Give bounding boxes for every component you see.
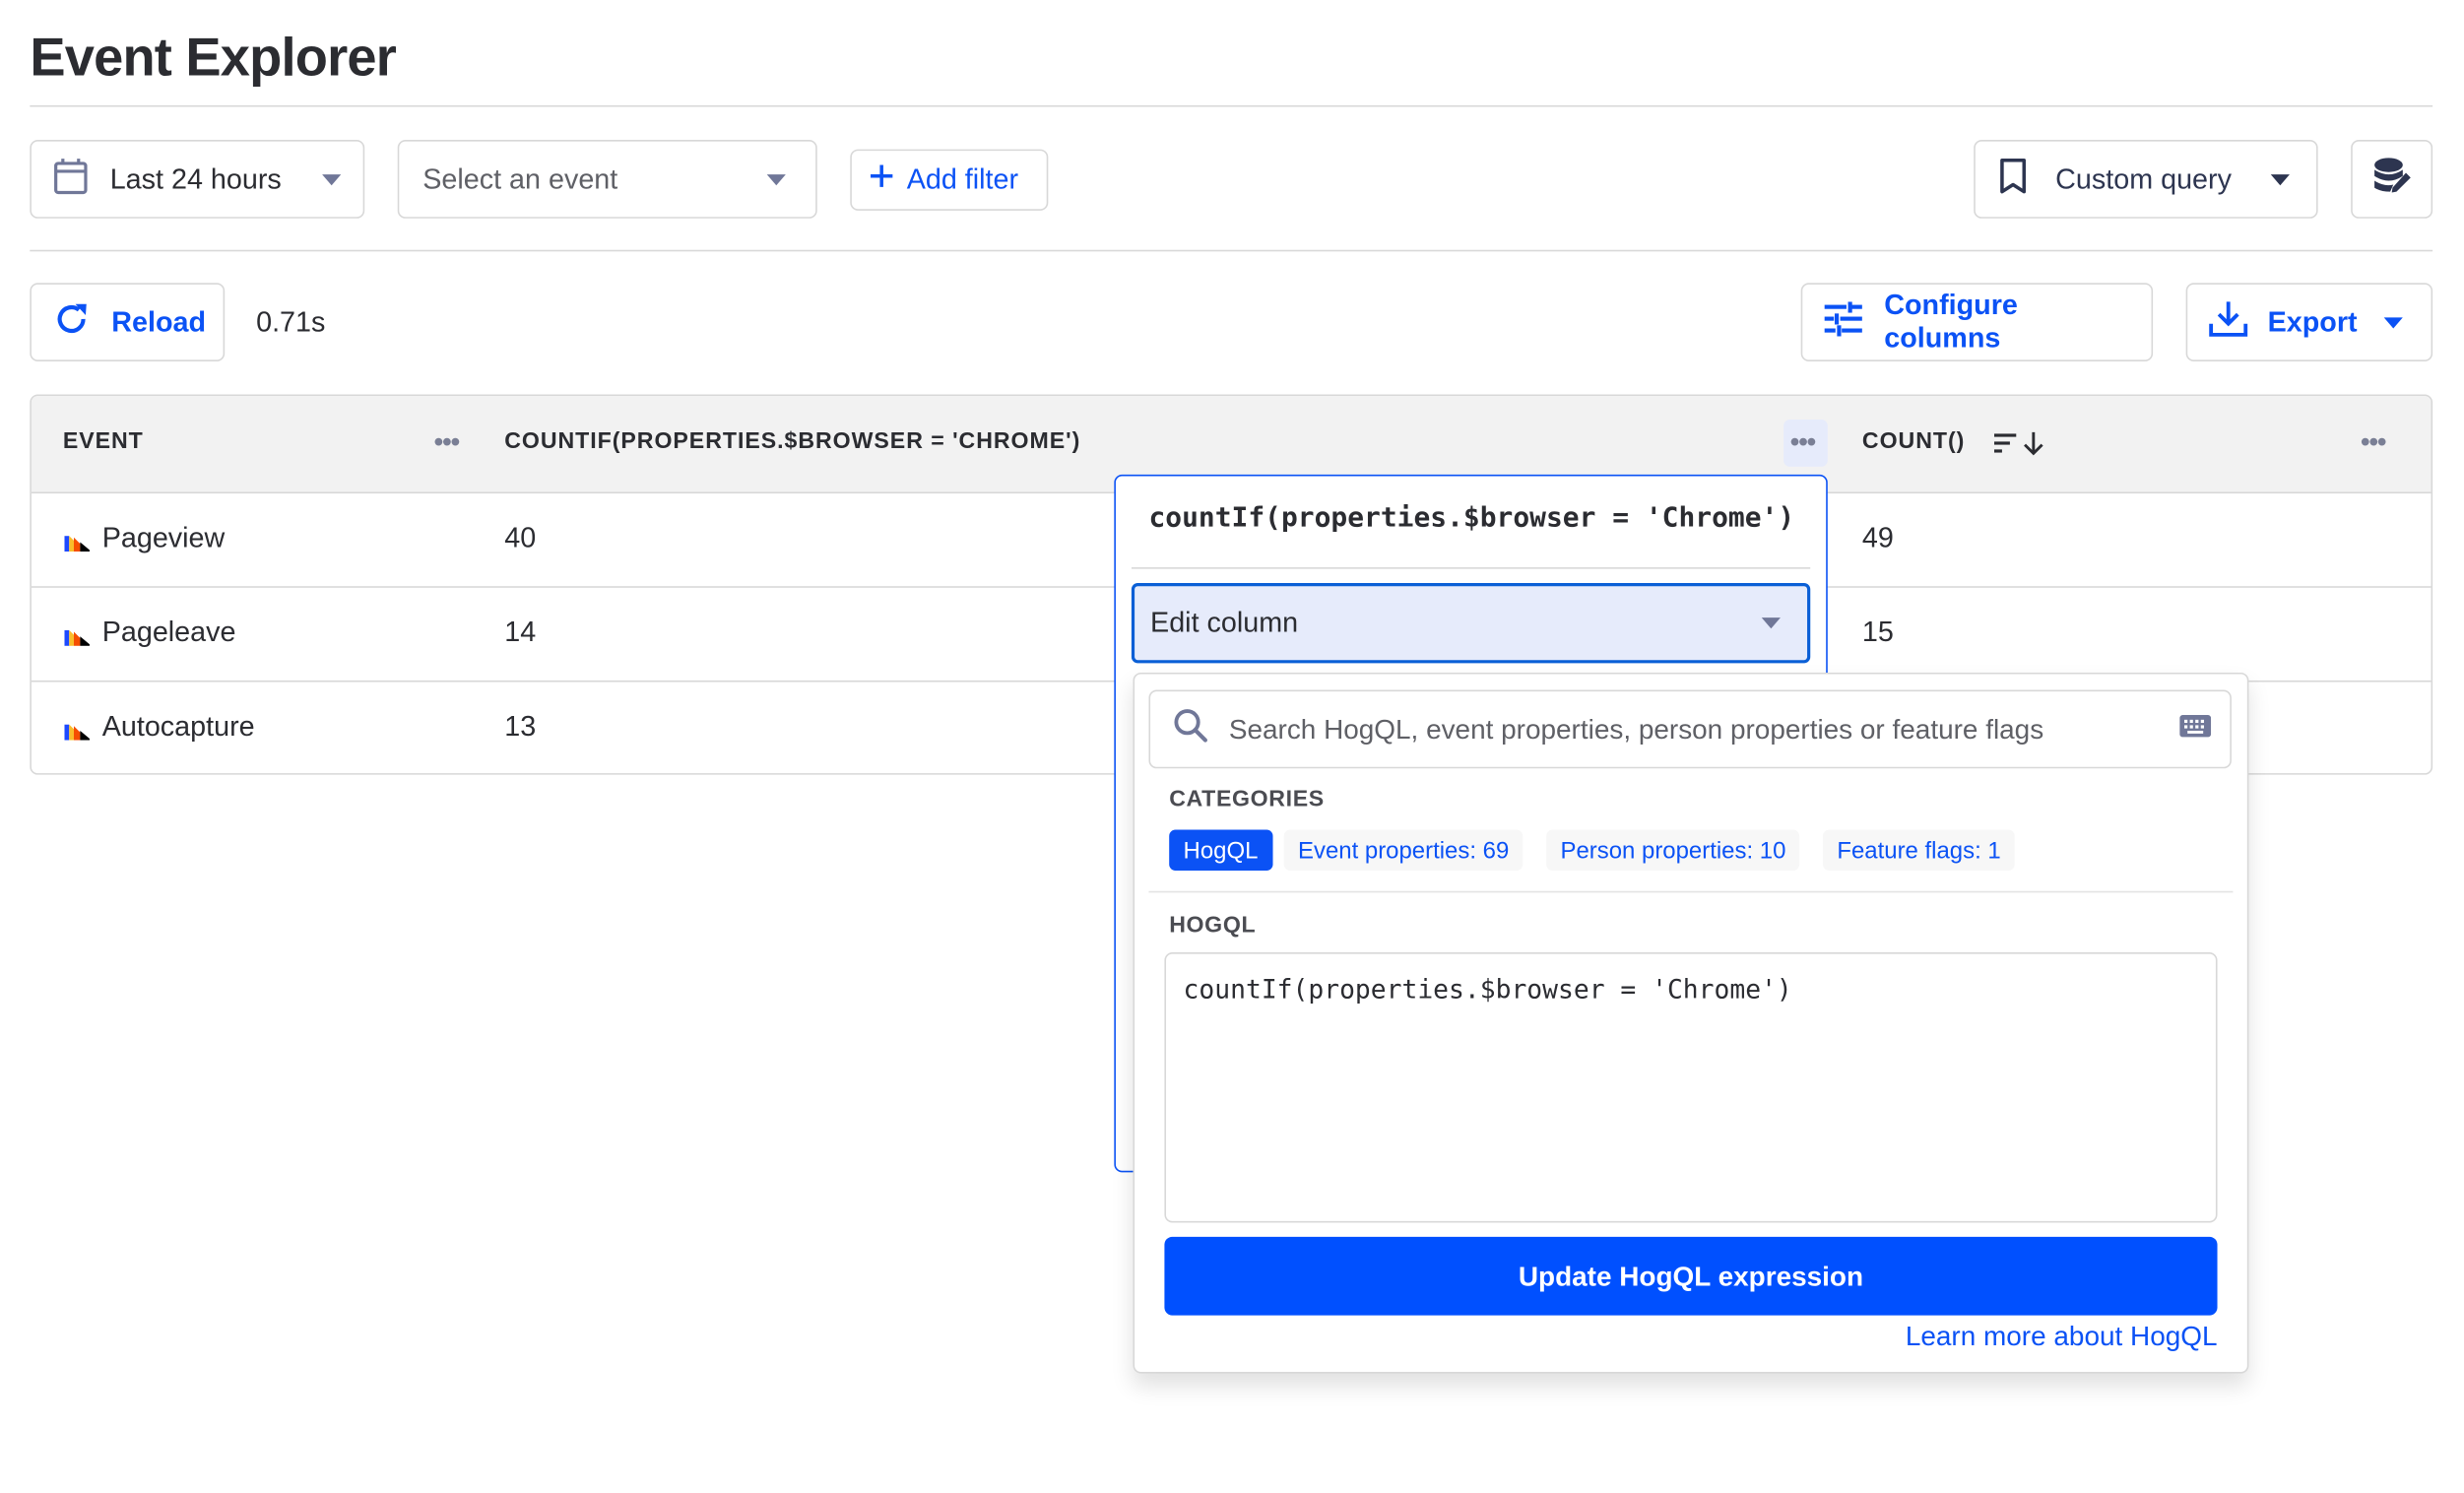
edit-column-label: Edit column xyxy=(1150,606,1299,638)
title-divider xyxy=(30,104,2433,107)
more-icon[interactable]: ••• xyxy=(433,427,460,456)
hogql-expression-textarea[interactable]: countIf(properties.$browser = 'Chrome') xyxy=(1164,951,2218,1223)
download-icon xyxy=(2208,299,2248,345)
popover-divider xyxy=(1131,567,1811,569)
chevron-down-icon xyxy=(2383,316,2403,328)
countif-value: 40 xyxy=(504,521,537,553)
categories-label: CATEGORIES xyxy=(1169,787,1325,812)
reload-button[interactable]: Reload xyxy=(30,283,226,362)
column-header-countif[interactable]: COUNTIF(PROPERTIES.$BROWSER = 'CHROME') xyxy=(504,429,1080,455)
event-name: Autocapture xyxy=(101,710,255,743)
reload-label: Reload xyxy=(111,305,207,338)
column-expression-title: countIf(properties.$browser = 'Chrome') xyxy=(1148,502,1795,535)
date-range-select[interactable]: Last 24 hours xyxy=(30,140,365,219)
category-tab-hogql[interactable]: HogQL xyxy=(1169,829,1272,872)
edit-column-select[interactable]: Edit column xyxy=(1131,583,1811,664)
calendar-icon xyxy=(53,157,88,202)
category-tab-feature-flags[interactable]: Feature flags: 1 xyxy=(1823,829,2016,872)
refresh-icon xyxy=(55,301,90,344)
chevron-down-icon xyxy=(2270,173,2290,185)
query-time: 0.71s xyxy=(256,306,326,339)
column-header-count[interactable]: COUNT() xyxy=(1862,429,1965,455)
column-menu-button-active[interactable]: ••• xyxy=(1783,420,1828,467)
saved-query-select[interactable]: Custom query xyxy=(1974,140,2318,219)
saved-query-label: Custom query xyxy=(2055,162,2232,195)
event-select[interactable]: Select an event xyxy=(397,140,817,219)
keyboard-icon[interactable] xyxy=(2179,713,2212,746)
plus-icon xyxy=(869,163,894,197)
database-edit-button[interactable] xyxy=(2351,140,2433,219)
date-range-label: Last 24 hours xyxy=(109,162,282,195)
search-icon xyxy=(1172,706,1209,751)
taxonomic-search-field[interactable] xyxy=(1148,689,2232,769)
configure-columns-label: Configure columns xyxy=(1884,289,2018,355)
database-edit-icon xyxy=(2371,155,2412,203)
chevron-down-icon xyxy=(1761,617,1781,629)
hogql-section-label: HOGQL xyxy=(1169,913,1257,939)
bookmark-icon xyxy=(1996,157,2031,202)
more-icon[interactable]: ••• xyxy=(2361,427,2387,456)
add-filter-label: Add filter xyxy=(906,162,1019,195)
chevron-down-icon xyxy=(766,173,786,185)
export-label: Export xyxy=(2267,305,2358,338)
learn-more-hogql-link[interactable]: Learn more about HogQL xyxy=(1906,1320,2218,1353)
event-name: Pageleave xyxy=(101,616,236,648)
countif-value: 13 xyxy=(504,710,537,743)
chevron-down-icon xyxy=(322,173,342,185)
category-tab-person-properties[interactable]: Person properties: 10 xyxy=(1546,829,1800,872)
filters-divider xyxy=(30,249,2433,252)
export-button[interactable]: Export xyxy=(2185,283,2433,362)
category-tab-event-properties[interactable]: Event properties: 69 xyxy=(1283,829,1524,872)
update-hogql-button[interactable]: Update HogQL expression xyxy=(1164,1236,2218,1316)
count-value: 15 xyxy=(1861,616,1894,648)
count-value: 49 xyxy=(1861,521,1894,553)
categories-divider xyxy=(1148,890,2234,893)
posthog-event-icon xyxy=(64,720,91,741)
page-title: Event Explorer xyxy=(30,28,397,89)
sort-descending-icon[interactable] xyxy=(1993,430,2047,464)
posthog-event-icon xyxy=(64,531,91,552)
more-icon: ••• xyxy=(1789,425,1817,458)
configure-columns-button[interactable]: Configure columns xyxy=(1800,283,2154,362)
countif-value: 14 xyxy=(504,616,537,648)
taxonomic-search-input[interactable] xyxy=(1225,711,2162,747)
sliders-icon xyxy=(1824,300,1862,344)
add-filter-button[interactable]: Add filter xyxy=(850,149,1049,211)
event-select-placeholder: Select an event xyxy=(422,162,618,195)
column-header-event[interactable]: EVENT xyxy=(63,429,144,455)
posthog-event-icon xyxy=(64,625,91,646)
event-name: Pageview xyxy=(101,521,226,553)
